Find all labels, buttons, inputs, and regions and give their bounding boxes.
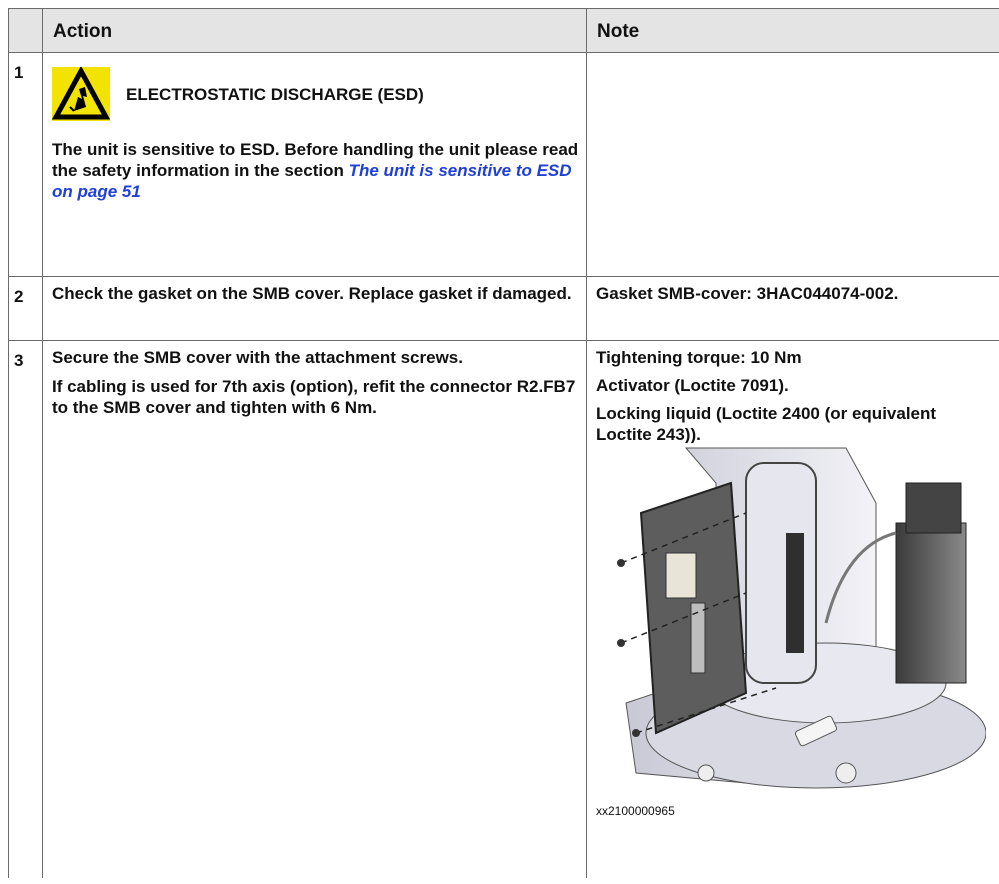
header-action: Action bbox=[42, 8, 587, 53]
action-cell: ELECTROSTATIC DISCHARGE (ESD) The unit i… bbox=[42, 52, 587, 277]
table-row: 1 ELECTROSTATIC DISCHARGE (ESD) The unit… bbox=[8, 52, 999, 277]
esd-text: The unit is sensitive to ESD. Before han… bbox=[52, 140, 579, 201]
note-cell: Tightening torque: 10 Nm Activator (Loct… bbox=[586, 340, 999, 878]
note-activator: Activator (Loctite 7091). bbox=[596, 376, 789, 395]
esd-warning-icon bbox=[52, 67, 110, 121]
row-number: 3 bbox=[8, 340, 43, 878]
header-num bbox=[8, 8, 43, 53]
figure-caption: xx2100000965 bbox=[596, 804, 675, 818]
row-number: 2 bbox=[8, 276, 43, 341]
table-row: 2 Check the gasket on the SMB cover. Rep… bbox=[8, 276, 999, 341]
action-step: If cabling is used for 7th axis (option)… bbox=[52, 377, 576, 417]
note-cell: Gasket SMB-cover: 3HAC044074-002. bbox=[586, 276, 999, 341]
action-cell: Secure the SMB cover with the attachment… bbox=[42, 340, 587, 878]
note-cell bbox=[586, 52, 999, 277]
action-cell: Check the gasket on the SMB cover. Repla… bbox=[42, 276, 587, 341]
note-torque: Tightening torque: 10 Nm bbox=[596, 348, 802, 367]
row-number: 1 bbox=[8, 52, 43, 277]
smb-cover-illustration bbox=[596, 443, 986, 793]
esd-title: ELECTROSTATIC DISCHARGE (ESD) bbox=[126, 84, 424, 104]
table-row: 3 Secure the SMB cover with the attachme… bbox=[8, 340, 999, 878]
table-header-row: Action Note bbox=[8, 8, 999, 53]
header-note: Note bbox=[586, 8, 999, 53]
document-page: Action Note 1 ELECTROSTATIC DISCHARGE (E… bbox=[8, 8, 999, 884]
procedure-table: Action Note 1 ELECTROSTATIC DISCHARGE (E… bbox=[8, 8, 999, 878]
action-step: Secure the SMB cover with the attachment… bbox=[52, 348, 463, 367]
esd-warning: ELECTROSTATIC DISCHARGE (ESD) bbox=[52, 67, 580, 121]
note-locking-liquid: Locking liquid (Loctite 2400 (or equival… bbox=[596, 404, 937, 444]
